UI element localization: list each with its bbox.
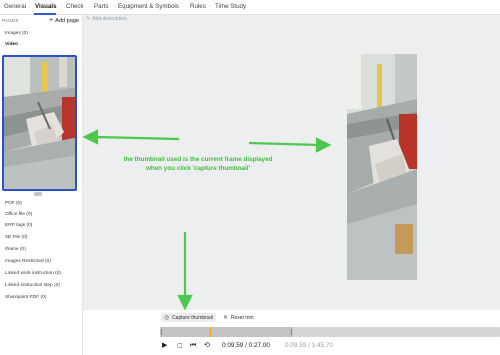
sidebar-item-3d-file[interactable]: 3D File (0) — [5, 235, 27, 240]
play-icon[interactable]: ▶ — [162, 341, 167, 351]
left-arrow-head — [83, 129, 99, 145]
tab-general[interactable]: General — [4, 3, 26, 10]
pages-header: PAGES + Add page — [0, 16, 83, 26]
trim-end-handle[interactable] — [290, 329, 292, 335]
sidebar-item-iframe[interactable]: Iframe (0) — [5, 247, 26, 252]
thumbnail-resize-handle[interactable] — [34, 192, 42, 196]
left-arrow — [94, 135, 180, 141]
pages-label: PAGES — [2, 18, 19, 23]
video-thumbnail-image — [4, 57, 75, 189]
down-arrow-head — [177, 294, 193, 310]
tab-visuals[interactable]: Visuals — [35, 3, 57, 10]
sidebar-item-images-restricted[interactable]: Images Restricted (0) — [5, 259, 51, 264]
sidebar-item-video[interactable]: Video — [5, 42, 18, 47]
pages-sidebar: PAGES + Add page Images (0) Video PDF (0)… — [0, 15, 83, 355]
right-arrow-head — [315, 137, 332, 153]
tab-check[interactable]: Check — [66, 3, 84, 10]
video-controls-bar: ◎ Capture thumbnail ✕ Reset trim ▶ ▢ ⏮ ⟲… — [84, 310, 500, 355]
loop-icon[interactable]: ⟲ — [204, 341, 210, 351]
playhead[interactable] — [209, 327, 211, 337]
stop-icon[interactable]: ▢ — [177, 341, 183, 351]
sidebar-item-linked-work-instruction[interactable]: Linked work instruction (0) — [5, 271, 61, 276]
video-timeline[interactable] — [160, 327, 500, 337]
reset-trim-button[interactable]: ✕ Reset trim — [223, 313, 254, 322]
tab-equipment-symbols[interactable]: Equipment & Symbols — [118, 3, 179, 10]
right-arrow — [248, 141, 320, 147]
tab-time-study[interactable]: Time Study — [215, 3, 246, 10]
sidebar-item-linked-instruction-step[interactable]: Linked instruction step (0) — [5, 283, 60, 288]
add-page-button[interactable]: + Add page — [49, 17, 79, 24]
sidebar-item-pdf[interactable]: PDF (0) — [5, 201, 22, 206]
rewind-icon[interactable]: ⏮ — [190, 341, 196, 351]
capture-thumbnail-button[interactable]: ◎ Capture thumbnail — [161, 313, 216, 322]
visual-canvas: ✎ Add description the thumbnail used is t… — [83, 15, 500, 310]
camera-icon: ◎ — [164, 314, 170, 321]
sidebar-item-office-file[interactable]: Office file (0) — [5, 212, 32, 217]
plus-icon: + — [49, 17, 54, 24]
annotation-arrows — [83, 129, 332, 310]
video-thumbnail[interactable] — [2, 55, 77, 191]
tab-rules[interactable]: Rules — [190, 3, 206, 10]
sidebar-item-sharepoint-pdf[interactable]: Sharepoint PDF (0) — [5, 295, 46, 300]
trim-time: 0:09.59 / 1:45.70 — [285, 342, 333, 349]
current-time: 0:09.59 / 0:27.00 — [222, 342, 270, 349]
sidebar-item-images[interactable]: Images (0) — [5, 31, 28, 36]
tab-parts[interactable]: Parts — [94, 3, 108, 10]
trim-start-handle[interactable] — [161, 329, 162, 335]
top-tab-bar: General Visuals Check Parts Equipment & … — [0, 0, 500, 15]
playback-controls: ▶ ▢ ⏮ ⟲ 0:09.59 / 0:27.00 0:09.59 / 1:45… — [160, 341, 500, 351]
sidebar-item-erp-tags[interactable]: ERP tags (0) — [5, 223, 32, 228]
trim-selection[interactable] — [160, 327, 293, 337]
close-icon: ✕ — [223, 314, 228, 321]
